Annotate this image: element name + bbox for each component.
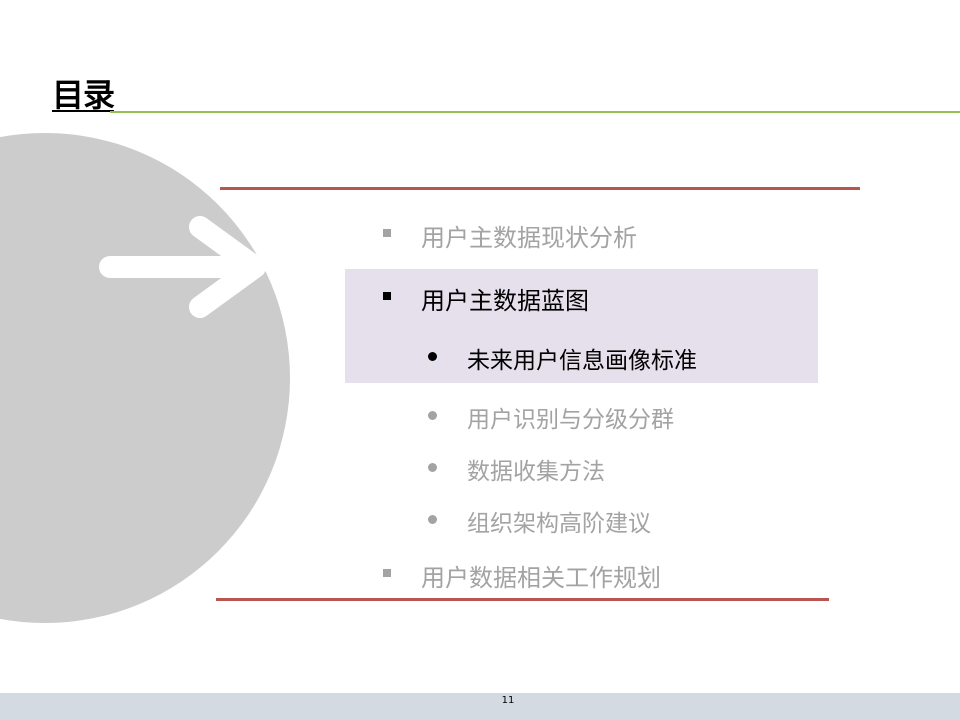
toc-item-current-status-analysis[interactable]: 用户主数据现状分析 [383,218,637,252]
square-bullet-icon [383,229,391,237]
toc-bottom-divider [216,598,829,601]
gray-circle [0,133,290,623]
title-divider [110,111,960,113]
toc-item-label: 用户数据相关工作规划 [421,563,661,592]
toc-subitem-data-collection[interactable]: 数据收集方法 [428,452,605,486]
round-bullet-icon [428,351,437,361]
toc-subitem-identification[interactable]: 用户识别与分级分群 [428,400,674,434]
square-bullet-icon [383,569,391,577]
square-bullet-icon [383,292,391,300]
round-bullet-icon [428,462,437,472]
toc-top-divider [220,187,860,190]
toc-item-label: 数据收集方法 [467,459,605,485]
toc-item-label: 未来用户信息画像标准 [467,348,697,374]
toc-item-work-plan[interactable]: 用户数据相关工作规划 [383,558,661,592]
page-number: 11 [501,695,515,706]
slide-title: 目录 [52,76,115,114]
toc-item-label: 用户主数据蓝图 [421,286,589,315]
toc-item-label: 用户主数据现状分析 [421,223,637,252]
toc-item-label: 组织架构高阶建议 [467,511,651,537]
round-bullet-icon [428,514,437,524]
toc-subitem-profile-standard[interactable]: 未来用户信息画像标准 [428,341,697,375]
round-bullet-icon [428,410,437,420]
toc-subitem-org-structure[interactable]: 组织架构高阶建议 [428,504,651,538]
toc-item-label: 用户识别与分级分群 [467,407,674,433]
toc-item-blueprint[interactable]: 用户主数据蓝图 [383,281,589,315]
circle-arrow-graphic [0,133,290,623]
